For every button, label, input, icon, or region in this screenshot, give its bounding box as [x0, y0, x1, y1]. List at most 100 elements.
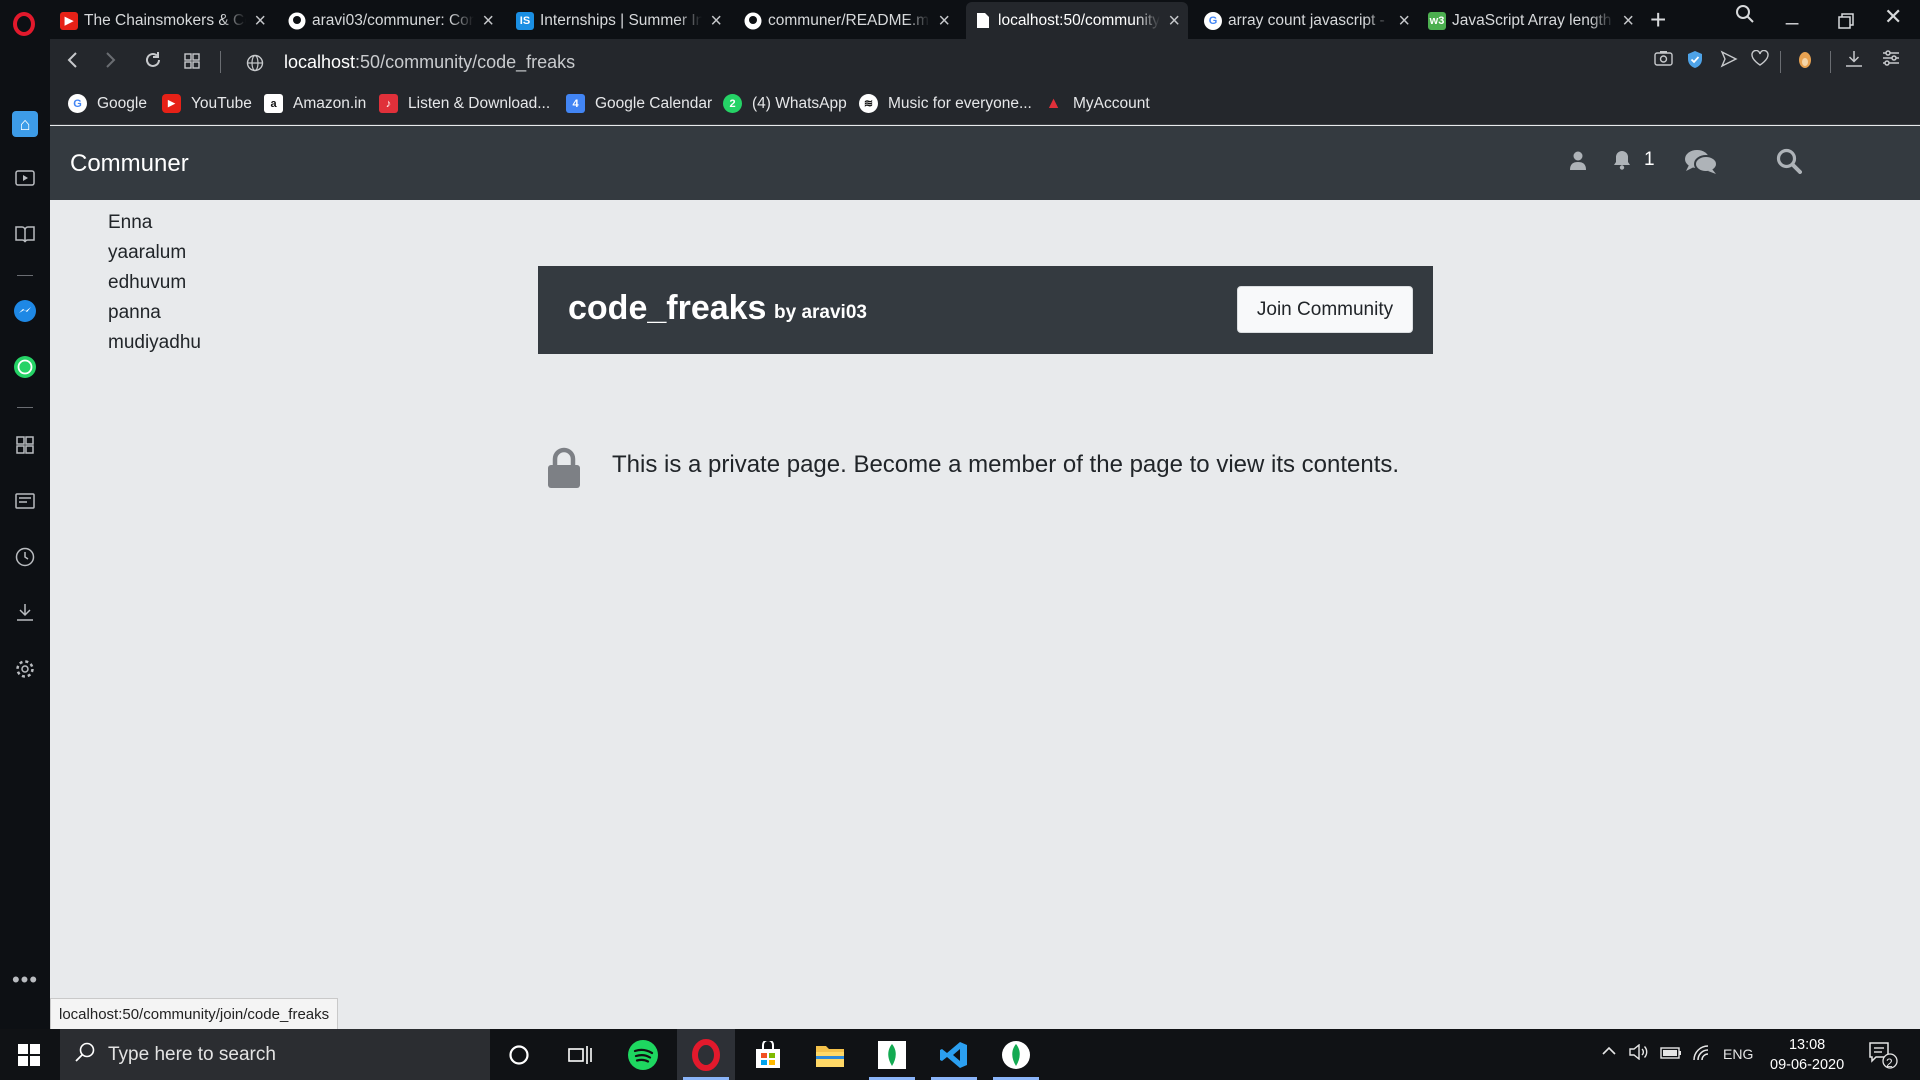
cortana-icon[interactable] — [490, 1029, 548, 1080]
input-language[interactable]: ENG — [1723, 1046, 1753, 1062]
close-tab-icon[interactable]: × — [254, 11, 266, 31]
search-icon — [74, 1041, 96, 1069]
sidebar-link-mudiyadhu[interactable]: mudiyadhu — [108, 328, 201, 358]
forward-icon[interactable] — [105, 49, 117, 75]
toolbar-divider — [1780, 51, 1781, 73]
close-tab-icon[interactable]: × — [482, 11, 494, 31]
windows-start-icon[interactable] — [18, 1044, 40, 1066]
close-tab-icon[interactable]: × — [1622, 11, 1634, 31]
github-icon — [744, 12, 762, 30]
sidebar-link-edhuvum[interactable]: edhuvum — [108, 268, 201, 298]
sidebar-link-enna[interactable]: Enna — [108, 208, 201, 238]
taskbar-search-box[interactable]: Type here to search — [60, 1029, 490, 1080]
page-icon — [974, 12, 992, 30]
myaccount-icon: ▲ — [1045, 94, 1062, 112]
spotify-app-icon[interactable] — [614, 1029, 672, 1080]
file-explorer-icon[interactable] — [801, 1029, 859, 1080]
join-community-button[interactable]: Join Community — [1237, 286, 1413, 333]
whatsapp-icon: 2 — [723, 94, 742, 113]
show-hidden-icons-chevron-icon[interactable] — [1601, 1044, 1617, 1062]
tab-github-readme[interactable]: communer/README.md × — [736, 2, 958, 39]
speed-dial-home-icon[interactable]: ⌂ — [12, 111, 38, 137]
community-header-card: code_freaks by aravi03 Join Community — [538, 266, 1433, 354]
task-view-icon[interactable] — [551, 1029, 609, 1080]
action-center-icon[interactable] — [1868, 1041, 1898, 1073]
close-tab-icon[interactable]: × — [938, 11, 950, 31]
user-icon[interactable] — [1570, 151, 1586, 175]
volume-icon[interactable] — [1629, 1043, 1649, 1064]
community-name: code_freaks — [568, 289, 767, 327]
opera-app-icon[interactable] — [677, 1029, 735, 1080]
amazon-icon: a — [264, 94, 283, 113]
sidebar-link-yaaralum[interactable]: yaaralum — [108, 238, 201, 268]
tab-google-search[interactable]: G array count javascript - Google × — [1196, 2, 1418, 39]
snapshot-camera-icon[interactable] — [1654, 50, 1673, 72]
search-icon[interactable] — [1776, 148, 1802, 179]
mongodb-app-icon[interactable] — [987, 1029, 1045, 1080]
extension-icon[interactable] — [1798, 50, 1812, 75]
new-tab-button[interactable]: + — [1650, 4, 1666, 36]
vscode-icon[interactable] — [925, 1029, 983, 1080]
notification-count: 1 — [1644, 149, 1655, 170]
minimize-button[interactable]: _ — [1786, 0, 1798, 26]
messenger-icon[interactable] — [12, 298, 38, 324]
globe-icon[interactable] — [246, 52, 264, 78]
downloads-icon[interactable] — [12, 599, 38, 625]
taskbar-clock[interactable]: 13:08 09-06-2020 — [1770, 1035, 1844, 1075]
adblock-shield-icon[interactable] — [1687, 50, 1703, 75]
sidebar-links: Enna yaaralum edhuvum panna mudiyadhu — [108, 208, 201, 358]
tab-localhost-active[interactable]: localhost:50/community/code_freaks × — [966, 2, 1188, 39]
send-flow-icon[interactable] — [1720, 50, 1738, 74]
bookmark-listen-download[interactable]: ♪ Listen & Download... — [379, 94, 550, 113]
easy-setup-icon[interactable] — [1882, 50, 1900, 72]
tab-youtube[interactable]: ▶ The Chainsmokers & Coldplay × — [52, 2, 274, 39]
site-navbar: Communer 1 — [50, 126, 1920, 200]
close-tab-icon[interactable]: × — [1168, 11, 1180, 31]
wifi-icon[interactable] — [1692, 1044, 1712, 1066]
downloads-toolbar-icon[interactable] — [1845, 50, 1863, 74]
bookmark-spotify[interactable]: ≋ Music for everyone... — [859, 94, 1032, 113]
opera-logo-icon[interactable] — [13, 12, 35, 36]
url-input[interactable]: localhost:50/community/code_freaks — [284, 52, 575, 73]
opera-sidebar: ⌂ ••• — [0, 39, 50, 1029]
bookmark-myaccount[interactable]: ▲ MyAccount — [1044, 94, 1150, 113]
sidebar-link-panna[interactable]: panna — [108, 298, 201, 328]
tabs-grid-icon[interactable] — [184, 49, 200, 75]
settings-gear-icon[interactable] — [12, 656, 38, 682]
w3schools-icon: w3 — [1428, 11, 1446, 30]
player-icon[interactable] — [12, 165, 38, 191]
back-icon[interactable] — [66, 49, 78, 75]
notifications-bell-icon[interactable] — [1612, 150, 1632, 175]
more-options-icon[interactable]: ••• — [12, 967, 38, 993]
tab-internshala[interactable]: IS Internships | Summer Internships × — [508, 2, 730, 39]
close-tab-icon[interactable]: × — [1398, 11, 1410, 31]
toolbar-divider — [1830, 51, 1831, 73]
windows-taskbar: Type here to search ENG 13:08 09-06-2020… — [0, 1029, 1920, 1080]
bookmarks-book-icon[interactable] — [12, 221, 38, 247]
reload-icon[interactable] — [144, 49, 162, 75]
bookmark-google[interactable]: G Google — [68, 94, 147, 113]
restore-button[interactable] — [1838, 9, 1854, 35]
address-divider — [220, 51, 221, 73]
workspaces-icon[interactable] — [12, 432, 38, 458]
battery-icon[interactable] — [1660, 1046, 1682, 1064]
microsoft-store-icon[interactable] — [739, 1029, 797, 1080]
tab-w3schools[interactable]: w3 JavaScript Array length Property × — [1420, 2, 1642, 39]
search-tabs-icon[interactable] — [1735, 4, 1755, 30]
close-window-button[interactable]: ✕ — [1884, 4, 1902, 30]
news-icon[interactable] — [12, 488, 38, 514]
close-tab-icon[interactable]: × — [710, 11, 722, 31]
bookmark-whatsapp[interactable]: 2 (4) WhatsApp — [723, 94, 847, 113]
private-page-message: This is a private page. Become a member … — [612, 451, 1400, 478]
chat-comments-icon[interactable] — [1684, 149, 1718, 180]
site-brand[interactable]: Communer — [70, 150, 189, 178]
bookmark-youtube[interactable]: ▶ YouTube — [162, 94, 252, 113]
bookmark-amazon[interactable]: a Amazon.in — [264, 94, 366, 113]
browser-tab-strip: ▶ The Chainsmokers & Coldplay × aravi03/… — [0, 0, 1920, 39]
whatsapp-icon[interactable] — [12, 354, 38, 380]
bookmark-google-calendar[interactable]: 4 Google Calendar — [566, 94, 712, 113]
tab-github-repo[interactable]: aravi03/communer: Communer × — [280, 2, 502, 39]
heart-bookmark-icon[interactable] — [1751, 49, 1769, 72]
mongodb-compass-icon[interactable] — [863, 1029, 921, 1080]
history-clock-icon[interactable] — [12, 544, 38, 570]
